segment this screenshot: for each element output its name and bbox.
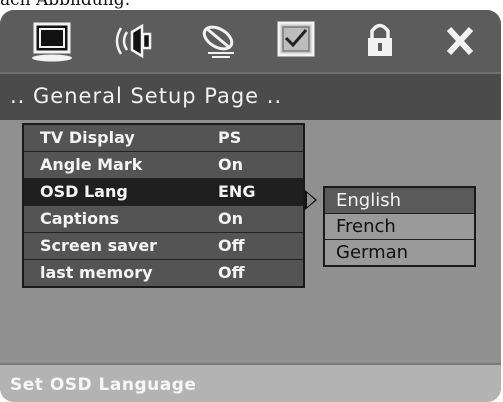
menu-item-label: Angle Mark [40, 155, 143, 174]
icon-toolbar [0, 10, 501, 72]
status-footer: Set OSD Language [0, 363, 501, 402]
submenu-option-french[interactable]: French [325, 213, 474, 239]
setup-menu-list: TV Display PS Angle Mark On OSD Lang ENG… [22, 123, 305, 288]
tv-display-icon[interactable] [28, 18, 76, 64]
menu-item-screen-saver[interactable]: Screen saver Off [24, 232, 303, 259]
checkbox-preferences-icon[interactable] [272, 18, 320, 64]
menu-item-captions[interactable]: Captions On [24, 205, 303, 232]
submenu-option-german[interactable]: German [325, 239, 474, 265]
menu-item-label: last memory [40, 263, 153, 282]
speaker-audio-icon[interactable] [110, 18, 158, 64]
menu-item-value: PS [218, 128, 242, 147]
menu-item-osd-lang[interactable]: OSD Lang ENG [24, 178, 303, 205]
menu-item-tv-display[interactable]: TV Display PS [24, 125, 303, 151]
page-title: .. General Setup Page .. [10, 84, 283, 108]
lock-icon[interactable] [356, 18, 404, 64]
close-icon[interactable] [436, 18, 484, 64]
page-title-bar: .. General Setup Page .. [0, 72, 501, 120]
menu-item-value: On [218, 209, 243, 228]
language-submenu: English French German [323, 186, 476, 267]
menu-item-label: Captions [40, 209, 120, 228]
menu-item-value: Off [218, 236, 245, 255]
submenu-option-label: French [336, 216, 396, 237]
menu-item-value: On [218, 155, 243, 174]
dolby-satellite-icon[interactable] [194, 18, 242, 64]
menu-item-last-memory[interactable]: last memory Off [24, 259, 303, 286]
menu-item-label: TV Display [40, 128, 135, 147]
submenu-pointer-icon [305, 190, 317, 210]
submenu-option-label: English [336, 190, 401, 211]
submenu-option-label: German [336, 242, 409, 263]
help-hint-text: Set OSD Language [10, 375, 197, 395]
menu-item-value: Off [218, 263, 245, 282]
setup-menu-panel: .. General Setup Page .. TV Display PS A… [0, 10, 501, 402]
menu-item-angle-mark[interactable]: Angle Mark On [24, 151, 303, 178]
submenu-option-english[interactable]: English [325, 188, 474, 213]
menu-item-label: OSD Lang [40, 182, 128, 201]
menu-item-value: ENG [218, 182, 256, 201]
menu-item-label: Screen saver [40, 236, 158, 255]
